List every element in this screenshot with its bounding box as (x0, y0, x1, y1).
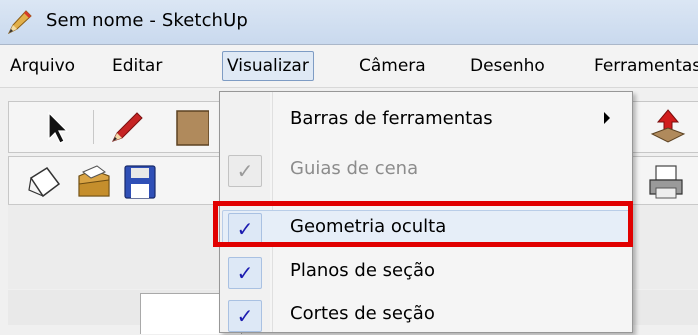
check-icon: ✓ (228, 300, 262, 332)
annotation-highlight-box (213, 201, 633, 247)
rectangle-icon[interactable] (169, 107, 209, 147)
menu-desenho[interactable]: Desenho (466, 53, 549, 79)
menu-arquivo[interactable]: Arquivo (6, 53, 79, 79)
sketchup-pencil-icon (6, 8, 34, 36)
menu-ferramentas[interactable]: Ferramentas (590, 53, 698, 79)
menu-item-label: Planos de seção (290, 260, 436, 281)
menu-visualizar[interactable]: Visualizar (222, 51, 314, 81)
window-title: Sem nome - SketchUp (46, 10, 248, 31)
menu-item-planos-de-secao[interactable]: ✓ Planos de seção (220, 252, 632, 292)
menu-camera[interactable]: Câmera (355, 53, 430, 79)
menu-editar[interactable]: Editar (108, 53, 166, 79)
print-icon[interactable] (646, 162, 686, 202)
title-bar: Sem nome - SketchUp (0, 0, 698, 45)
new-document-icon[interactable] (25, 162, 65, 202)
check-icon: ✓ (228, 155, 262, 187)
open-folder-icon[interactable] (75, 162, 115, 202)
toolbar-divider (93, 110, 94, 144)
check-icon: ✓ (228, 257, 262, 289)
menu-item-label: Cortes de seção (290, 303, 435, 324)
select-arrow-icon[interactable] (37, 107, 77, 147)
push-pull-icon[interactable] (648, 106, 688, 146)
menu-item-barras-de-ferramentas[interactable]: Barras de ferramentas (220, 100, 632, 140)
save-floppy-icon[interactable] (119, 162, 159, 202)
menu-item-label: Barras de ferramentas (290, 108, 493, 129)
submenu-arrow-icon (604, 112, 610, 124)
menu-item-guias-de-cena: ✓ Guias de cena (220, 150, 632, 190)
menu-item-cortes-de-secao[interactable]: ✓ Cortes de seção (220, 295, 632, 335)
menu-item-label: Guias de cena (290, 158, 419, 179)
pencil-icon[interactable] (107, 107, 147, 147)
menu-bar: Arquivo Editar Visualizar Câmera Desenho… (0, 45, 698, 88)
